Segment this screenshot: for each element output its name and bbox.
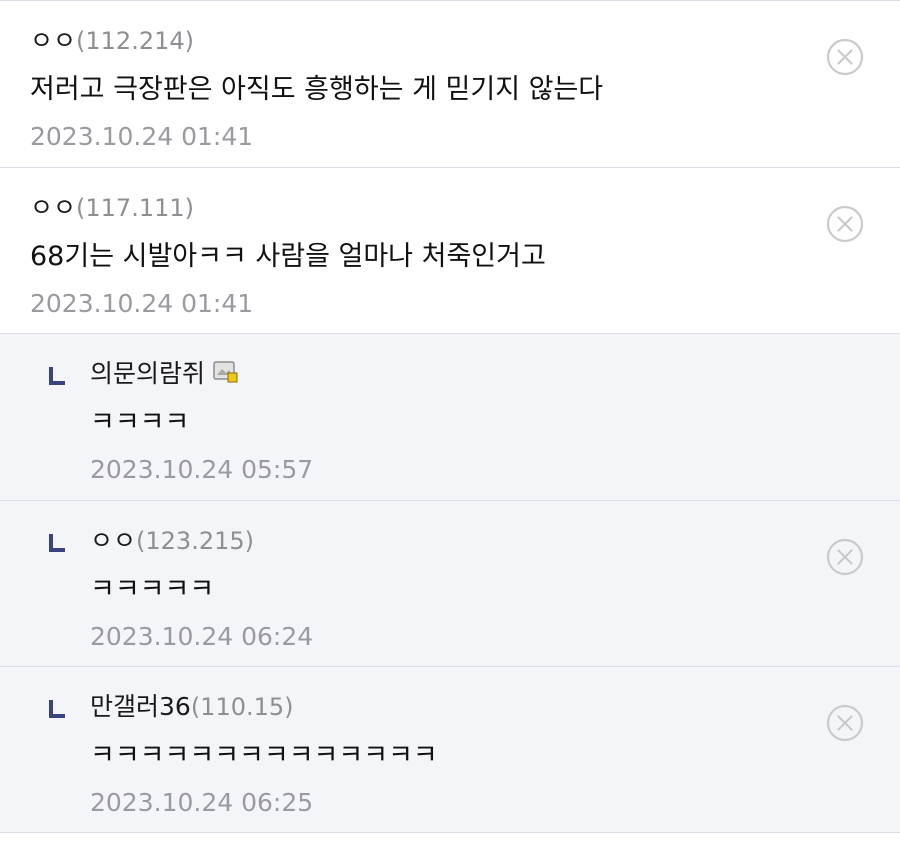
comment-list: ㅇㅇ(112.214) 저러고 극장판은 아직도 흥행하는 게 믿기지 않는다 …	[0, 0, 900, 855]
comment-item: ㅇㅇ(112.214) 저러고 극장판은 아직도 흥행하는 게 믿기지 않는다 …	[0, 1, 900, 168]
comment-body: 만갤러36(110.15) ㅋㅋㅋㅋㅋㅋㅋㅋㅋㅋㅋㅋㅋㅋ 2023.10.24 …	[90, 689, 800, 821]
comment-date: 2023.10.24 05:57	[90, 455, 314, 484]
ip-address: (110.15)	[190, 693, 294, 721]
close-circle-icon[interactable]	[826, 205, 864, 243]
comment-author[interactable]: 의문의람쥐	[90, 356, 800, 392]
ip-address: (117.111)	[76, 194, 194, 222]
comment-date: 2023.10.24 06:25	[90, 788, 314, 817]
comment-author[interactable]: 만갤러36(110.15)	[90, 689, 800, 725]
comment-text: 저러고 극장판은 아직도 흥행하는 게 믿기지 않는다	[30, 74, 604, 105]
comment-text: ㅋㅋㅋㅋ	[90, 407, 190, 438]
nickname[interactable]: 만갤러36	[90, 692, 191, 721]
ip-address: (112.214)	[76, 27, 194, 55]
comment-text: ㅋㅋㅋㅋㅋㅋㅋㅋㅋㅋㅋㅋㅋㅋ	[90, 740, 438, 771]
comment-text: ㅋㅋㅋㅋㅋ	[90, 574, 215, 605]
comment-body: 의문의람쥐 ㅋㅋㅋㅋ 2023.10.24 05:57	[90, 356, 800, 488]
reply-arrow-icon	[49, 534, 65, 552]
comment-author[interactable]: ㅇㅇ(112.214)	[30, 23, 800, 59]
nickname[interactable]: ㅇㅇ	[30, 26, 76, 55]
comment-text: 68기는 시발아ㅋㅋ 사람을 얼마나 처죽인거고	[30, 241, 546, 272]
gallog-icon[interactable]	[213, 361, 239, 383]
nickname[interactable]: ㅇㅇ	[90, 526, 136, 555]
nickname[interactable]: 의문의람쥐	[90, 359, 205, 388]
reply-arrow-icon	[49, 700, 65, 718]
close-circle-icon[interactable]	[826, 38, 864, 76]
comment-date: 2023.10.24 01:41	[30, 289, 254, 318]
comment-author[interactable]: ㅇㅇ(117.111)	[30, 190, 800, 226]
reply-item: 의문의람쥐 ㅋㅋㅋㅋ 2023.10.24 05:57	[0, 334, 900, 501]
comment-author[interactable]: ㅇㅇ(123.215)	[90, 523, 800, 559]
ip-address: (123.215)	[136, 527, 254, 555]
comment-date: 2023.10.24 06:24	[90, 622, 314, 651]
comment-date: 2023.10.24 01:41	[30, 122, 254, 151]
comment-body: ㅇㅇ(117.111) 68기는 시발아ㅋㅋ 사람을 얼마나 처죽인거고 202…	[30, 190, 800, 322]
reply-item: 만갤러36(110.15) ㅋㅋㅋㅋㅋㅋㅋㅋㅋㅋㅋㅋㅋㅋ 2023.10.24 …	[0, 667, 900, 833]
reply-arrow-icon	[49, 367, 65, 385]
reply-item: ㅇㅇ(123.215) ㅋㅋㅋㅋㅋ 2023.10.24 06:24	[0, 501, 900, 667]
comment-body: ㅇㅇ(112.214) 저러고 극장판은 아직도 흥행하는 게 믿기지 않는다 …	[30, 23, 800, 155]
nickname[interactable]: ㅇㅇ	[30, 193, 76, 222]
close-circle-icon[interactable]	[826, 704, 864, 742]
close-circle-icon[interactable]	[826, 538, 864, 576]
comment-item: ㅇㅇ(117.111) 68기는 시발아ㅋㅋ 사람을 얼마나 처죽인거고 202…	[0, 168, 900, 334]
comment-body: ㅇㅇ(123.215) ㅋㅋㅋㅋㅋ 2023.10.24 06:24	[90, 523, 800, 655]
